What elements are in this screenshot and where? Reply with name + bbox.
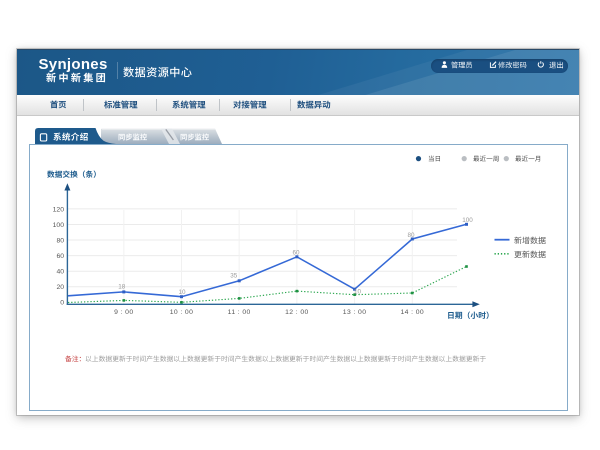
svg-text:0: 0 [60, 300, 64, 307]
svg-text:13 : 00: 13 : 00 [343, 309, 367, 316]
svg-text:80: 80 [407, 232, 415, 239]
svg-text:11 : 00: 11 : 00 [228, 309, 251, 316]
svg-text:100: 100 [53, 222, 65, 229]
svg-text:10: 10 [354, 289, 362, 296]
svg-text:10: 10 [178, 289, 186, 296]
svg-text:80: 80 [56, 237, 64, 244]
svg-text:9 : 00: 9 : 00 [114, 309, 133, 316]
svg-text:14 : 00: 14 : 00 [401, 309, 425, 316]
svg-text:120: 120 [53, 206, 65, 213]
svg-text:10 : 00: 10 : 00 [170, 309, 194, 316]
svg-text:40: 40 [56, 269, 64, 276]
svg-text:60: 60 [292, 250, 300, 257]
svg-text:100: 100 [462, 217, 473, 224]
svg-text:18: 18 [118, 284, 126, 291]
svg-text:35: 35 [230, 273, 238, 280]
svg-text:12 : 00: 12 : 00 [285, 309, 309, 316]
svg-text:60: 60 [56, 253, 64, 260]
svg-text:20: 20 [56, 284, 64, 291]
